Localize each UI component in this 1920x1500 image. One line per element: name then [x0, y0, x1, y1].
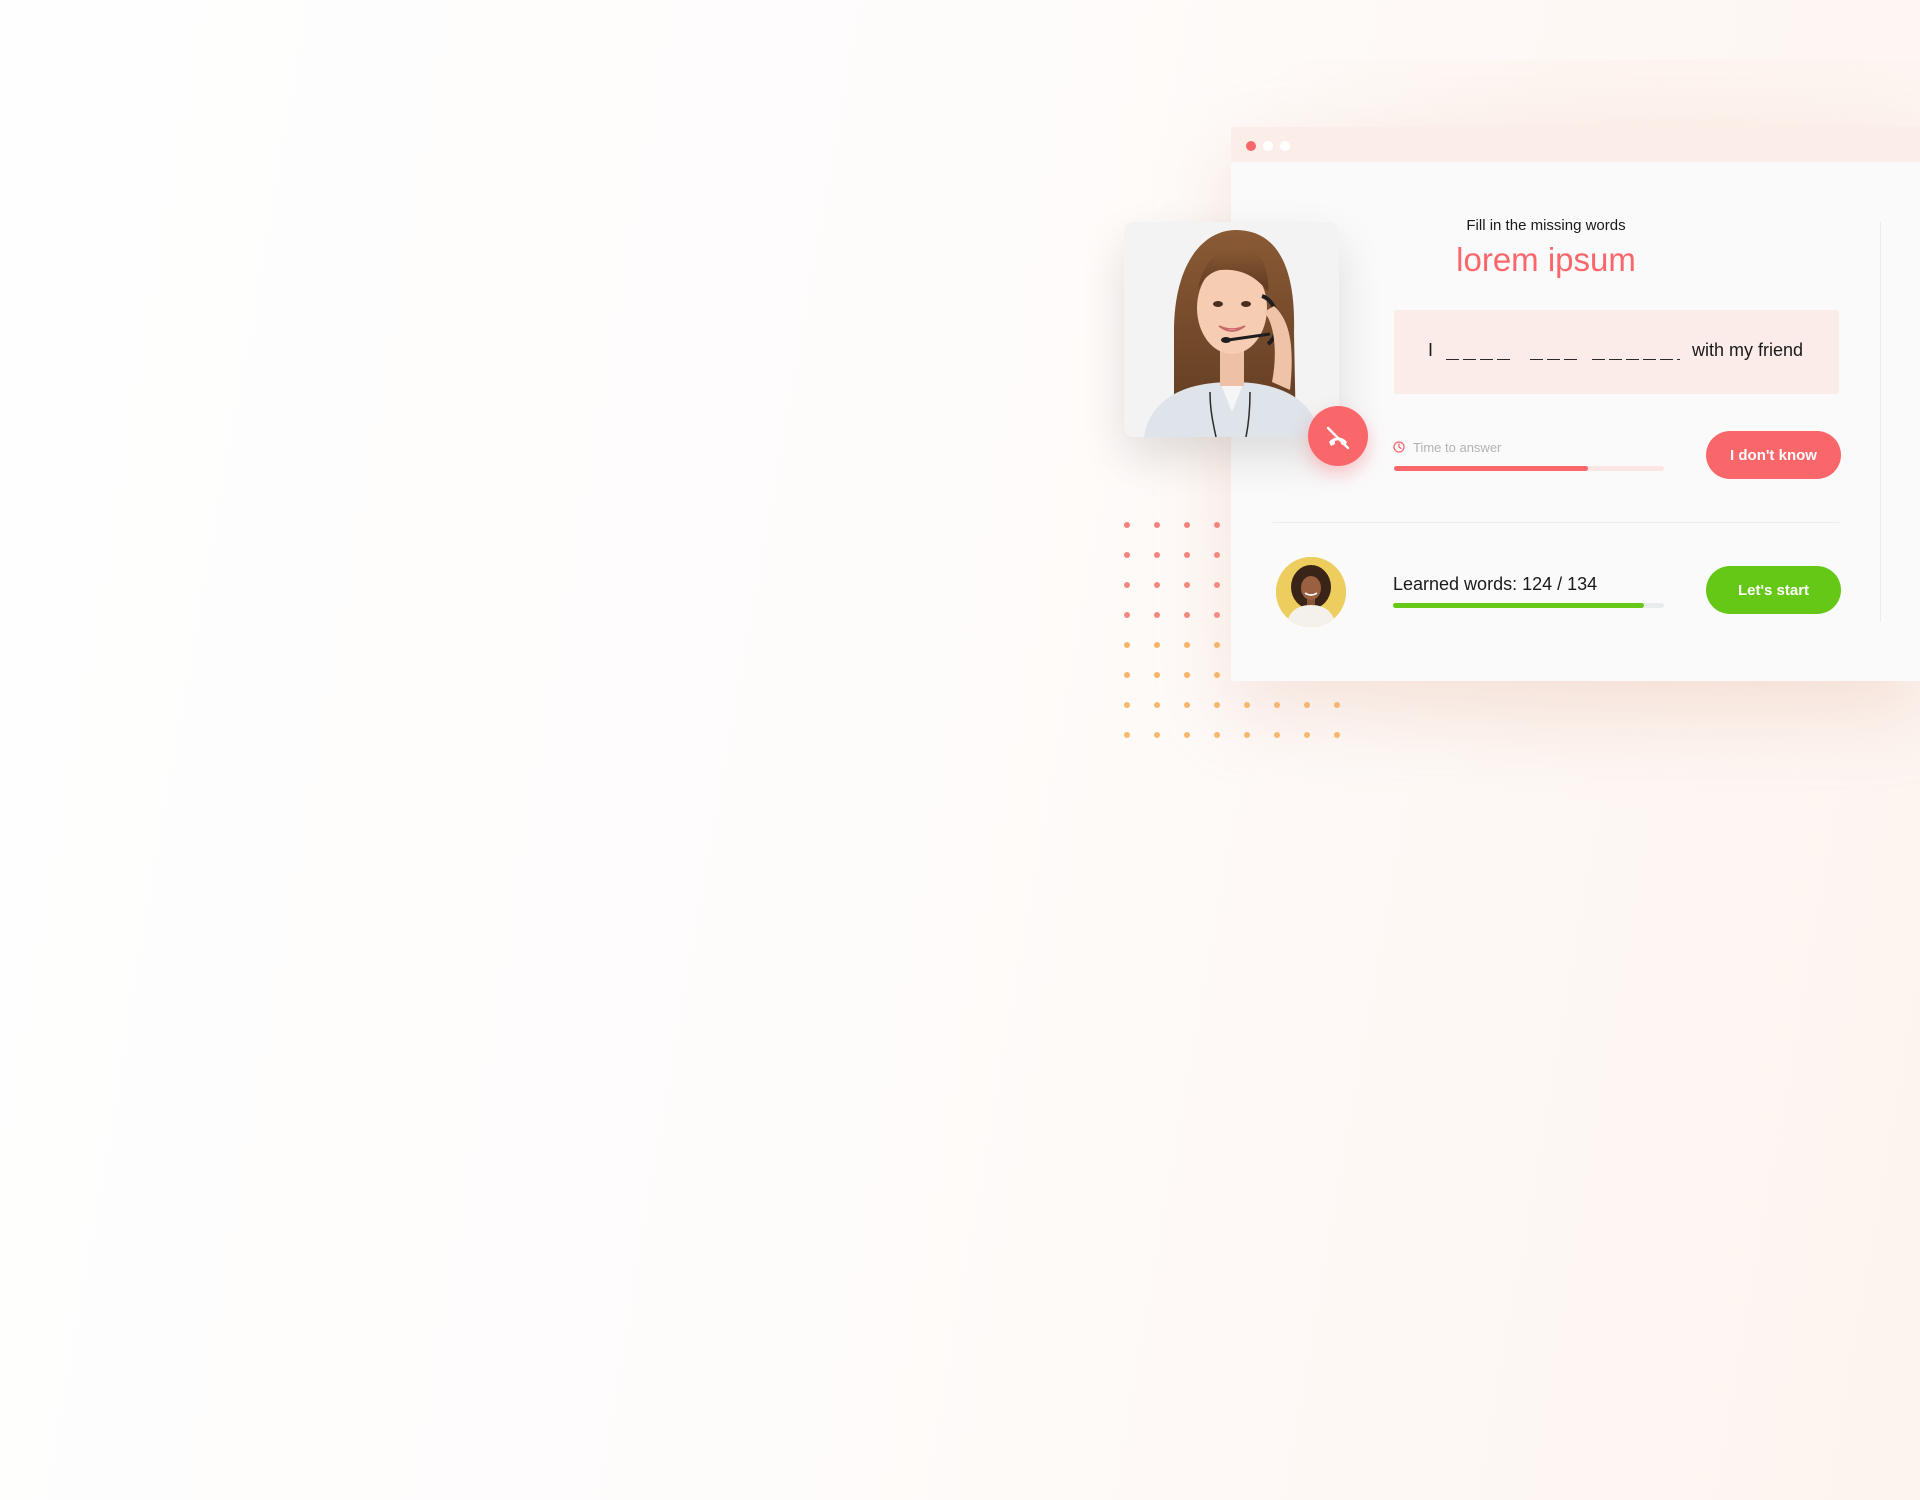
section-divider: [1273, 522, 1839, 523]
decorative-dot: [1184, 642, 1190, 648]
decorative-dot: [1214, 582, 1220, 588]
missing-word-blank[interactable]: [1446, 359, 1512, 360]
decorative-dot: [1154, 612, 1160, 618]
vertical-divider: [1880, 222, 1881, 622]
decorative-dot: [1184, 522, 1190, 528]
decorative-dot: [1184, 552, 1190, 558]
decorative-dot: [1304, 702, 1310, 708]
missing-word-blank[interactable]: [1592, 359, 1680, 360]
timer-progress-fill: [1394, 466, 1589, 471]
end-call-button[interactable]: [1308, 406, 1368, 466]
decorative-dot: [1154, 582, 1160, 588]
window-maximize-dot[interactable]: [1280, 141, 1290, 151]
decorative-dot: [1184, 672, 1190, 678]
tutor-portrait: [1124, 222, 1339, 437]
decorative-dot: [1124, 552, 1130, 558]
decorative-dot: [1154, 552, 1160, 558]
learned-words-label: Learned words: 124 / 134: [1393, 574, 1598, 594]
decorative-dot: [1124, 582, 1130, 588]
decorative-dot: [1274, 732, 1280, 738]
avatar: [1276, 557, 1346, 627]
decorative-dot: [1154, 702, 1160, 708]
decorative-dot: [1154, 642, 1160, 648]
decorative-dot: [1214, 732, 1220, 738]
decorative-dot: [1124, 612, 1130, 618]
lets-start-button[interactable]: Let's start: [1706, 566, 1841, 614]
timer-progress-track: [1394, 466, 1664, 471]
decorative-dot: [1124, 522, 1130, 528]
decorative-dot: [1274, 702, 1280, 708]
decorative-dot: [1124, 732, 1130, 738]
decorative-dot: [1154, 672, 1160, 678]
avatar-portrait: [1276, 557, 1346, 627]
sentence-end: with my friend: [1692, 340, 1804, 360]
decorative-dot: [1214, 552, 1220, 558]
exercise-heading: lorem ipsum: [1456, 241, 1636, 278]
decorative-dot: [1124, 672, 1130, 678]
decorative-dot: [1334, 732, 1340, 738]
decorative-dot: [1154, 732, 1160, 738]
decorative-dot: [1184, 702, 1190, 708]
sentence-box: I with my friend: [1394, 310, 1839, 394]
decorative-dot: [1214, 612, 1220, 618]
window-title-bar: [1231, 127, 1920, 162]
decorative-dot: [1304, 732, 1310, 738]
decorative-dot: [1244, 702, 1250, 708]
decorative-dot: [1214, 642, 1220, 648]
decorative-dot: [1184, 732, 1190, 738]
learned-progress-fill: [1393, 603, 1644, 608]
decorative-dot: [1124, 642, 1130, 648]
exercise-instruction: Fill in the missing words: [1466, 217, 1626, 234]
dont-know-button[interactable]: I don't know: [1706, 431, 1841, 479]
decorative-dot: [1334, 702, 1340, 708]
clock-icon: [1393, 441, 1405, 453]
decorative-dot: [1214, 672, 1220, 678]
decorative-dot: [1184, 582, 1190, 588]
end-call-icon: [1326, 426, 1350, 450]
decorative-dot: [1124, 702, 1130, 708]
tutor-photo: [1124, 222, 1339, 437]
decorative-dot: [1214, 702, 1220, 708]
missing-word-blank[interactable]: [1530, 359, 1578, 360]
decorative-dot: [1244, 732, 1250, 738]
decorative-dot: [1214, 522, 1220, 528]
timer-label: Time to answer: [1413, 440, 1502, 455]
decorative-dot: [1154, 522, 1160, 528]
window-minimize-dot[interactable]: [1263, 141, 1273, 151]
learned-progress-track: [1393, 603, 1664, 608]
decorative-dot: [1184, 612, 1190, 618]
sentence-start: I: [1428, 340, 1434, 360]
window-close-dot[interactable]: [1246, 141, 1256, 151]
